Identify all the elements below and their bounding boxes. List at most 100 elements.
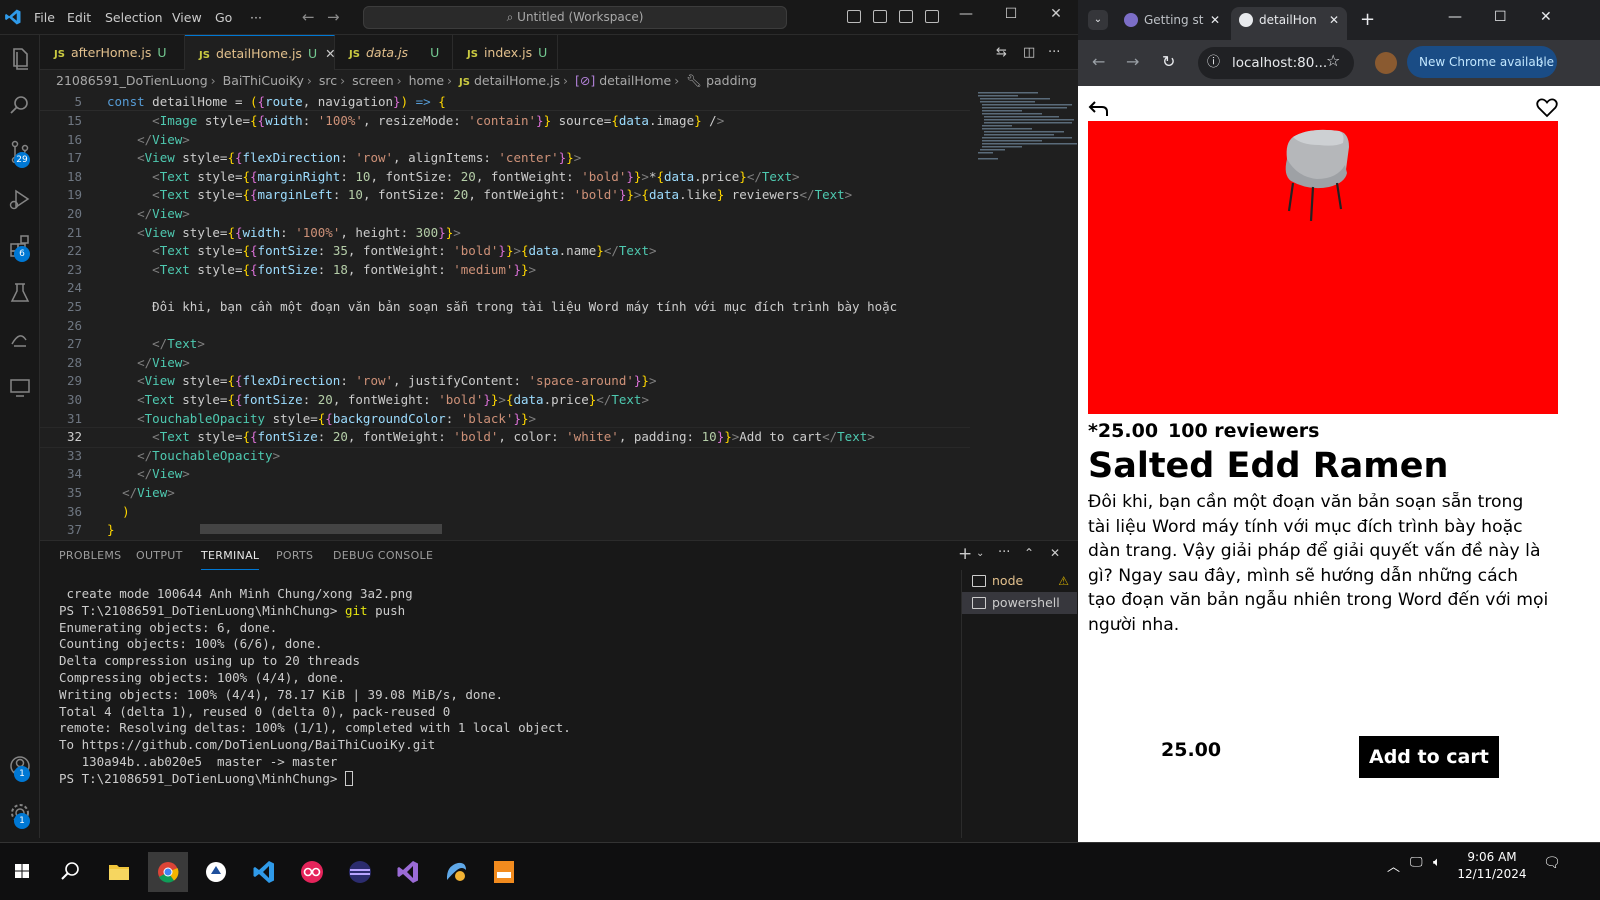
code-line[interactable]: 31 <TouchableOpacity style={{backgroundC… bbox=[40, 410, 970, 429]
notifications-icon[interactable]: 🗨︎ bbox=[1543, 855, 1561, 871]
code-line[interactable]: 23 <Text style={{fontSize: 18, fontWeigh… bbox=[40, 261, 970, 280]
tab-afterhome[interactable]: JS afterHome.js U bbox=[40, 35, 185, 70]
code-line[interactable]: 29 <View style={{flexDirection: 'row', j… bbox=[40, 372, 970, 391]
visual-studio-icon[interactable] bbox=[388, 852, 428, 892]
close-icon[interactable]: ✕ bbox=[1540, 9, 1552, 25]
back-icon[interactable]: ← bbox=[1092, 52, 1105, 71]
code-line[interactable]: 34 </View> bbox=[40, 465, 970, 484]
toggle-secondary-sidebar-icon[interactable] bbox=[899, 10, 913, 23]
site-info-icon[interactable]: ⓘ bbox=[1207, 47, 1220, 79]
chevron-up-icon[interactable]: ︿ bbox=[1387, 856, 1400, 875]
back-arrow-icon[interactable] bbox=[1088, 99, 1110, 119]
breadcrumb-item[interactable]: home bbox=[409, 73, 444, 88]
close-tab-icon[interactable]: ✕ bbox=[1210, 7, 1220, 33]
kebab-menu-icon[interactable]: ⋮ bbox=[1535, 46, 1547, 78]
vscode-logo-icon[interactable] bbox=[4, 8, 22, 26]
search-icon[interactable] bbox=[50, 852, 90, 892]
forward-icon[interactable]: → bbox=[1126, 52, 1139, 71]
chrome-tab-getting-started[interactable]: Getting st ✕ bbox=[1116, 7, 1228, 40]
network-icon[interactable]: 🖵︎ bbox=[1410, 855, 1423, 870]
profile-avatar[interactable] bbox=[1375, 52, 1397, 74]
minimize-icon[interactable]: — bbox=[1448, 9, 1462, 25]
close-panel-icon[interactable]: ✕ bbox=[1050, 546, 1060, 560]
code-line[interactable]: 22 <Text style={{fontSize: 35, fontWeigh… bbox=[40, 242, 970, 261]
code-line[interactable]: 28 </View> bbox=[40, 354, 970, 373]
code-line[interactable]: 16 </View> bbox=[40, 131, 970, 150]
heart-icon[interactable] bbox=[1536, 98, 1558, 118]
split-editor-icon[interactable]: ◫ bbox=[1023, 45, 1035, 60]
terminal-output[interactable]: create mode 100644 Anh Minh Chung/xong 3… bbox=[59, 586, 571, 788]
menu-view[interactable]: View bbox=[172, 10, 202, 25]
breadcrumb-item[interactable]: padding bbox=[706, 73, 757, 88]
tab-debug-console[interactable]: DEBUG CONSOLE bbox=[333, 549, 433, 562]
compare-icon[interactable]: ⇆ bbox=[996, 45, 1007, 60]
tab-problems[interactable]: PROBLEMS bbox=[59, 549, 121, 562]
code-line[interactable]: 26 bbox=[40, 317, 970, 336]
new-terminal-icon[interactable]: + bbox=[958, 544, 972, 564]
tab-detailhome[interactable]: JS detailHome.js U ✕ bbox=[185, 35, 336, 70]
more-actions-icon[interactable]: ··· bbox=[1048, 45, 1060, 60]
maximize-icon[interactable]: ☐ bbox=[996, 6, 1026, 22]
pdf-icon[interactable] bbox=[484, 852, 524, 892]
system-clock[interactable]: 9:06 AM 12/11/2024 bbox=[1452, 849, 1532, 883]
start-icon[interactable] bbox=[2, 852, 42, 892]
code-line[interactable]: 30 <Text style={{fontSize: 20, fontWeigh… bbox=[40, 391, 970, 410]
chrome-tab-detailhome[interactable]: detailHon ✕ bbox=[1231, 7, 1347, 40]
menu-selection[interactable]: Selection bbox=[105, 10, 163, 25]
add-to-cart-button[interactable]: Add to cart bbox=[1359, 736, 1499, 778]
remote-explorer-icon[interactable] bbox=[6, 373, 34, 401]
menu-edit[interactable]: Edit bbox=[67, 10, 91, 25]
remote-icon[interactable] bbox=[6, 326, 34, 354]
explorer-icon[interactable] bbox=[6, 44, 34, 72]
file-explorer-icon[interactable] bbox=[99, 852, 139, 892]
code-line[interactable]: 15 <Image style={{width: '100%', resizeM… bbox=[40, 112, 970, 131]
sticky-scroll-line[interactable]: 5 const detailHome = ({route, navigation}… bbox=[40, 92, 970, 111]
toggle-sidebar-icon[interactable] bbox=[847, 10, 861, 23]
code-line[interactable]: 17 <View style={{flexDirection: 'row', a… bbox=[40, 149, 970, 168]
toggle-panel-icon[interactable] bbox=[873, 10, 887, 23]
command-center[interactable]: ⌕ Untitled (Workspace) bbox=[363, 6, 787, 29]
new-tab-icon[interactable]: + bbox=[1360, 9, 1375, 30]
forward-arrow-icon[interactable]: → bbox=[327, 8, 340, 26]
code-line[interactable]: 19 <Text style={{marginLeft: 10, fontSiz… bbox=[40, 186, 970, 205]
code-line[interactable]: 25 Đôi khi, bạn cần một đoạn văn bản soạ… bbox=[40, 298, 970, 317]
search-icon[interactable] bbox=[6, 91, 34, 119]
menu-more[interactable]: ··· bbox=[250, 10, 262, 25]
close-icon[interactable]: ✕ bbox=[1041, 6, 1071, 22]
chrome-icon[interactable] bbox=[148, 852, 188, 892]
code-line[interactable]: 20 </View> bbox=[40, 205, 970, 224]
run-debug-icon[interactable] bbox=[6, 185, 34, 213]
maximize-icon[interactable]: ☐ bbox=[1494, 9, 1507, 25]
menu-go[interactable]: Go bbox=[215, 10, 232, 25]
tab-output[interactable]: OUTPUT bbox=[136, 549, 183, 562]
breadcrumb-item[interactable]: screen bbox=[352, 73, 394, 88]
code-line[interactable]: 24 bbox=[40, 279, 970, 298]
menu-file[interactable]: File bbox=[34, 10, 55, 25]
code-line[interactable]: 21 <View style={{width: '100%', height: … bbox=[40, 224, 970, 243]
new-chrome-available-button[interactable]: New Chrome available ⋮ bbox=[1407, 46, 1557, 78]
code-line[interactable]: 33 </TouchableOpacity> bbox=[40, 447, 970, 466]
more-icon[interactable]: ··· bbox=[998, 545, 1010, 560]
terminal-powershell[interactable]: powershell bbox=[962, 592, 1077, 614]
volume-muted-icon[interactable]: 🔈︎ bbox=[1433, 855, 1441, 870]
breadcrumb-item[interactable]: src bbox=[319, 73, 337, 88]
close-tab-icon[interactable]: ✕ bbox=[1329, 7, 1339, 33]
code-line[interactable]: 32 <Text style={{fontSize: 20, fontWeigh… bbox=[40, 427, 970, 448]
code-editor[interactable]: 15 <Image style={{width: '100%', resizeM… bbox=[40, 92, 970, 540]
horizontal-scrollbar-thumb[interactable] bbox=[200, 524, 442, 534]
back-arrow-icon[interactable]: ← bbox=[302, 8, 315, 26]
app-icon[interactable] bbox=[340, 852, 380, 892]
minimap[interactable] bbox=[970, 92, 1088, 540]
tab-ports[interactable]: PORTS bbox=[276, 549, 313, 562]
code-line[interactable]: 36 ) bbox=[40, 503, 970, 522]
tab-index[interactable]: JS index.js U bbox=[453, 35, 558, 70]
breadcrumb-item[interactable]: 21086591_DoTienLuong bbox=[56, 73, 208, 88]
tab-data[interactable]: JS data.js U bbox=[335, 35, 453, 70]
customize-layout-icon[interactable] bbox=[925, 10, 939, 23]
breadcrumb-item[interactable]: detailHome bbox=[599, 73, 671, 88]
terminal-node[interactable]: node ⚠ bbox=[962, 570, 1077, 592]
bookmark-star-icon[interactable]: ☆ bbox=[1326, 51, 1340, 70]
app-icon[interactable] bbox=[292, 852, 332, 892]
breadcrumb-item[interactable]: BaiThiCuoiKy bbox=[223, 73, 304, 88]
code-line[interactable]: 35 </View> bbox=[40, 484, 970, 503]
